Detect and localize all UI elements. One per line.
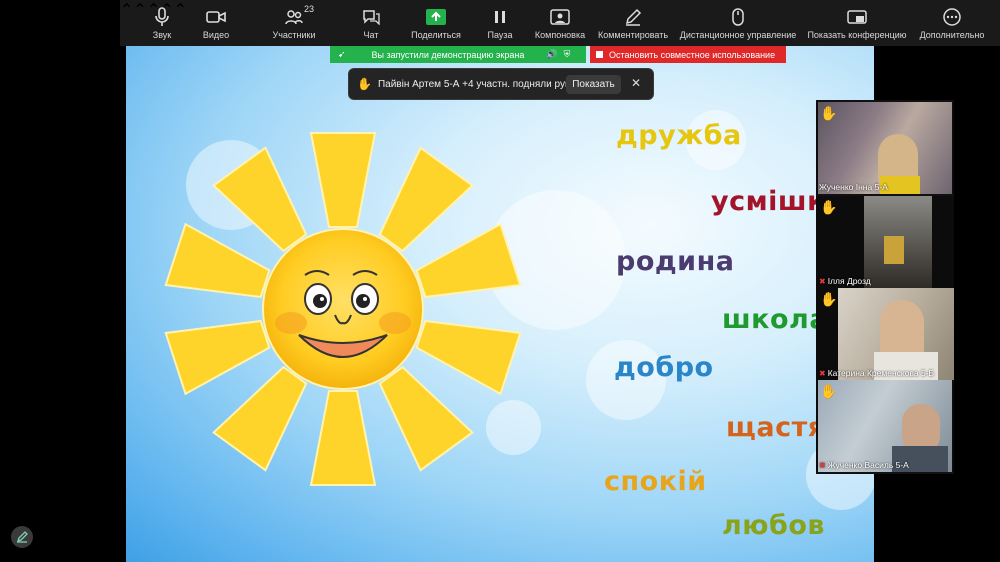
sound-label: Звук [152, 30, 172, 40]
more-label: Дополнительно [919, 30, 985, 40]
participant-tile[interactable]: ✋ ✖ Катерина Кременскова 5-Б [816, 288, 954, 380]
sun-illustration [164, 132, 522, 486]
participant-name: ✖ Ілля Дрозд [819, 276, 871, 286]
remote-control-button[interactable]: Дистанционное управление [680, 0, 796, 46]
video-label: Видео [202, 30, 230, 40]
show-conference-icon [847, 0, 867, 28]
participants-icon [285, 0, 303, 28]
camera-icon [206, 0, 226, 28]
pause-icon [494, 0, 506, 28]
participant-video [864, 196, 932, 288]
word-liubov: любов [722, 510, 826, 541]
word-rodyna: родина [616, 246, 735, 277]
share-screen-icon [426, 0, 446, 28]
share-label: Поделиться [411, 30, 461, 40]
raised-hand-notification: ✋ Пайвін Артем 5-А +4 участн. подняли ру… [348, 68, 654, 100]
participant-video [838, 288, 954, 380]
show-conference-button[interactable]: Показать конференцию [807, 0, 907, 46]
word-usmishka: усмішк [711, 186, 826, 217]
raised-hand-icon: ✋ [820, 291, 838, 307]
layout-label: Компоновка [534, 30, 586, 40]
video-button[interactable]: Видео [196, 0, 236, 46]
chat-icon [362, 0, 380, 28]
sound-button[interactable]: Звук [142, 0, 182, 46]
remote-control-label: Дистанционное управление [679, 30, 797, 40]
raised-hand-text: Пайвін Артем 5-А +4 участн. подняли руку [377, 78, 575, 90]
layout-button[interactable]: Компоновка [532, 0, 588, 46]
muted-mic-icon: ✖ [819, 368, 826, 378]
participant-video [818, 380, 952, 472]
microphone-icon [154, 0, 170, 28]
screen-sharing-banner: ➹ Вы запустили демонстрацию экрана 🔊 ⛨ [330, 46, 586, 63]
annotate-button[interactable]: Комментировать [598, 0, 668, 46]
participants-label: Участники [272, 30, 316, 40]
audio-sharing-icon[interactable]: 🔊 [546, 49, 557, 60]
pause-label: Пауза [487, 30, 513, 40]
stop-sharing-label: Остановить совместное использование [609, 49, 776, 60]
participant-tile[interactable]: ✋ ✖ Жученко Василь 5-А [816, 380, 954, 472]
shield-icon: ⛨ [563, 49, 571, 59]
muted-mic-icon: ✖ [819, 460, 826, 470]
participant-video-panel: ✋ Жученко Інна 5-А ✋ ✖ Ілля Дрозд ✋ ✖ Кате… [816, 100, 954, 474]
pen-icon [624, 0, 642, 28]
show-conference-label: Показать конференцию [807, 30, 907, 40]
word-spokii: спокій [604, 466, 707, 497]
participant-name: Жученко Інна 5-А [819, 182, 888, 192]
close-icon[interactable]: ✕ [631, 76, 641, 90]
participant-name: ✖ Жученко Василь 5-А [819, 460, 909, 470]
participant-tile[interactable]: ✋ Жученко Інна 5-А [816, 102, 954, 194]
pause-button[interactable]: Пауза [482, 0, 518, 46]
stop-sharing-button[interactable]: Остановить совместное использование [590, 46, 786, 63]
word-dobro: добро [614, 352, 714, 383]
sharing-status-text: Вы запустили демонстрацию экрана [371, 49, 525, 60]
word-druzhba: дружба [616, 120, 742, 151]
screen: дружба усмішк родина школа добро щастя с… [0, 0, 1000, 562]
raised-hand-icon: ✋ [357, 77, 372, 91]
chat-button[interactable]: Чат [356, 0, 386, 46]
participant-tile[interactable]: ✋ ✖ Ілля Дрозд [816, 196, 954, 288]
more-icon [943, 0, 961, 28]
pen-icon [16, 531, 28, 543]
raised-hand-icon: ✋ [820, 383, 838, 399]
participant-name: ✖ Катерина Кременскова 5-Б [819, 368, 935, 378]
muted-mic-icon: ✖ [819, 276, 826, 286]
share-button[interactable]: Поделиться [408, 0, 464, 46]
mouse-icon [732, 0, 744, 28]
word-shkola: школа [722, 304, 829, 335]
raised-hand-icon: ✋ [820, 199, 838, 215]
annotation-pen-button[interactable] [11, 526, 33, 548]
pin-icon: ➹ [338, 49, 346, 59]
layout-icon [550, 0, 570, 28]
word-shchastia: щастя [726, 412, 826, 443]
stop-icon [596, 51, 603, 58]
show-raised-hands-button[interactable]: Показать [566, 75, 621, 94]
participant-video [818, 102, 952, 194]
annotate-label: Комментировать [597, 30, 669, 40]
chat-label: Чат [363, 30, 379, 40]
participants-count: 23 [304, 4, 315, 14]
raised-hand-icon: ✋ [820, 105, 838, 121]
sound-options-chevron-icon[interactable]: ⌃ [120, 0, 133, 20]
more-button[interactable]: Дополнительно [918, 0, 986, 46]
meeting-toolbar: Звук ⌃ Видео ⌃ Участники 23 ⌃ Чат ⌃ Поде… [120, 0, 1000, 46]
